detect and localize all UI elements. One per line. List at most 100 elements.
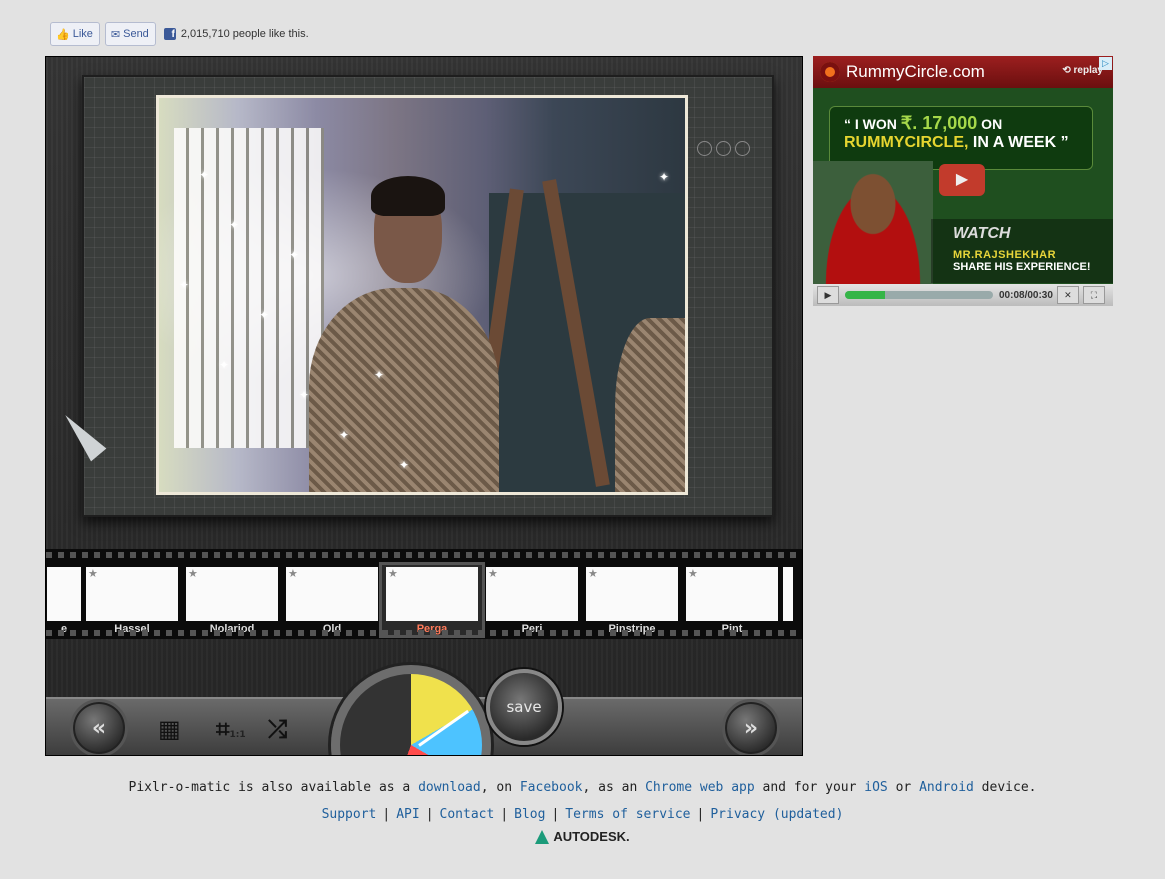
facebook-icon: f (163, 28, 176, 40)
filter-preview: ★ (186, 567, 278, 621)
ad-quote-mid: ON (977, 116, 1003, 132)
facebook-bar: 👍 Like ✉ Send f 2,015,710 people like th… (50, 22, 309, 46)
footer-text: and for your (754, 780, 865, 795)
sparkle-icon: ✦ (179, 278, 190, 292)
video-progress-bar[interactable] (845, 291, 993, 299)
chrome-web-app-link[interactable]: Chrome web app (645, 780, 755, 795)
filter-thumbnail[interactable]: ★ Hassel (82, 565, 182, 635)
facebook-link[interactable]: Facebook (520, 780, 583, 795)
filter-preview (47, 567, 81, 621)
ad-caption: WATCH MR.RAJSHEKHAR SHARE HIS EXPERIENCE… (931, 219, 1113, 283)
ad-share: SHARE HIS EXPERIENCE! (953, 261, 1091, 273)
filter-preview: ★ (386, 567, 478, 621)
mat-icons (697, 141, 750, 156)
filter-preview: ★ (586, 567, 678, 621)
add-photo-icon[interactable]: ▦ (158, 715, 181, 743)
favorite-star-icon[interactable]: ★ (388, 567, 398, 580)
video-play-icon[interactable]: ▶ (817, 286, 839, 304)
footer-text: or (887, 780, 920, 795)
footer-link[interactable]: Support (322, 807, 377, 822)
ios-link[interactable]: iOS (864, 780, 887, 795)
ad-watch: WATCH (953, 225, 1011, 242)
save-label: save (506, 698, 542, 716)
ad-name: MR.RAJSHEKHAR (953, 249, 1057, 261)
dial-needle (418, 709, 470, 747)
adchoices-icon[interactable]: ▷ (1099, 57, 1112, 70)
filter-preview: ★ (286, 567, 378, 621)
filter-strip: e ★ Hassel ★ Nolariod ★ Old ★ Perga ★ Peri ★ Pinstri… (46, 549, 802, 639)
fullscreen-icon[interactable]: ⛶ (1082, 286, 1105, 304)
ad-replay-button[interactable]: ⟲ replay (1062, 65, 1103, 76)
next-button[interactable]: » (722, 699, 780, 755)
footer: Pixlr-o-matic is also available as a dow… (0, 780, 1165, 844)
filter-preview: ★ (686, 567, 778, 621)
crop-icon[interactable]: ⌗1:1 (216, 715, 246, 743)
autodesk-brand: AUTODESK. (0, 829, 1165, 844)
advertisement[interactable]: RummyCircle.com ⟲ replay ▷ “ I WON ₹. 17… (813, 56, 1113, 306)
like-count: 2,015,710 people like this. (180, 28, 309, 40)
color-dial[interactable] (331, 665, 491, 755)
sparkle-icon: ✦ (374, 368, 385, 382)
ad-quote-brand: RUMMYCIRCLE, (844, 134, 969, 151)
ad-video-controls: ▶ 00:08/00:30 ✕ ⛶ (813, 284, 1113, 306)
favorite-star-icon[interactable]: ★ (288, 567, 298, 580)
previous-button[interactable]: « (70, 699, 128, 755)
photo-preview: ✦ ✦ ✦ ✦ ✦ ✦ ✦ ✦ ✦ ✦ ✦ (156, 95, 688, 495)
footer-text: , as an (582, 780, 646, 795)
filter-thumbnail[interactable]: ★ Pint (682, 565, 782, 635)
ad-person-image (813, 161, 933, 284)
favorite-star-icon[interactable]: ★ (588, 567, 598, 580)
mat-decoration-icon (697, 141, 712, 156)
crop-ratio: 1:1 (229, 730, 246, 740)
link-separator: | (500, 807, 509, 822)
download-link[interactable]: download (418, 780, 481, 795)
double-chevron-right-icon: » (743, 715, 759, 741)
favorite-star-icon[interactable]: ★ (188, 567, 198, 580)
video-progress-fill (845, 291, 885, 299)
save-button[interactable]: save (486, 669, 562, 745)
rummycircle-logo-icon (820, 62, 840, 82)
footer-link[interactable]: Terms of service (565, 807, 690, 822)
favorite-star-icon[interactable]: ★ (88, 567, 98, 580)
link-separator: | (696, 807, 705, 822)
filter-preview: ★ (86, 567, 178, 621)
ad-amount: ₹. 17,000 (900, 113, 978, 133)
ad-quote-line1: “ I WON ₹. 17,000 ON (844, 113, 1092, 134)
autodesk-wordmark: AUTODESK. (553, 829, 630, 844)
footer-link[interactable]: Privacy (updated) (710, 807, 843, 822)
favorite-star-icon[interactable]: ★ (688, 567, 698, 580)
ad-header: RummyCircle.com ⟲ replay ▷ (813, 56, 1113, 88)
ad-brand: RummyCircle.com (846, 62, 985, 81)
sparkle-icon: ✦ (659, 170, 670, 184)
shuffle-icon[interactable]: ⤮ (268, 715, 287, 743)
footer-link[interactable]: Blog (514, 807, 545, 822)
ad-play-icon[interactable]: ▶ (939, 164, 985, 196)
filter-thumbnail[interactable]: ★ Pinstripe (582, 565, 682, 635)
send-button[interactable]: ✉ Send (104, 22, 156, 46)
film-holes (46, 552, 802, 558)
mat-decoration-icon (716, 141, 731, 156)
mute-icon[interactable]: ✕ (1056, 286, 1079, 304)
favorite-star-icon[interactable]: ★ (488, 567, 498, 580)
filter-list: e ★ Hassel ★ Nolariod ★ Old ★ Perga ★ Peri ★ Pinstri… (46, 562, 794, 638)
filter-thumbnail[interactable]: ★ Perga (379, 562, 485, 638)
filter-thumbnail[interactable]: ★ Peri (482, 565, 582, 635)
sparkle-icon: ✦ (399, 458, 410, 472)
like-button[interactable]: 👍 Like (50, 22, 100, 46)
footer-text: , on (480, 780, 520, 795)
sparkle-icon: ✦ (339, 428, 350, 442)
filter-thumbnail[interactable] (782, 565, 794, 635)
footer-links: Support | API | Contact | Blog | Terms of servic… (0, 807, 1165, 822)
footer-link[interactable]: API (396, 807, 419, 822)
sparkle-icon: ✦ (199, 168, 210, 182)
filter-thumbnail[interactable]: ★ Nolariod (182, 565, 282, 635)
video-time: 00:08/00:30 (999, 289, 1053, 301)
photo-person-arm (615, 318, 685, 492)
thumbs-up-icon: 👍 (56, 28, 70, 41)
filter-thumbnail[interactable]: ★ Old (282, 565, 382, 635)
filter-thumbnail[interactable]: e (46, 565, 82, 635)
availability-line: Pixlr-o-matic is also available as a dow… (0, 780, 1165, 795)
footer-link[interactable]: Contact (440, 807, 495, 822)
filter-preview: ★ (486, 567, 578, 621)
android-link[interactable]: Android (919, 780, 974, 795)
